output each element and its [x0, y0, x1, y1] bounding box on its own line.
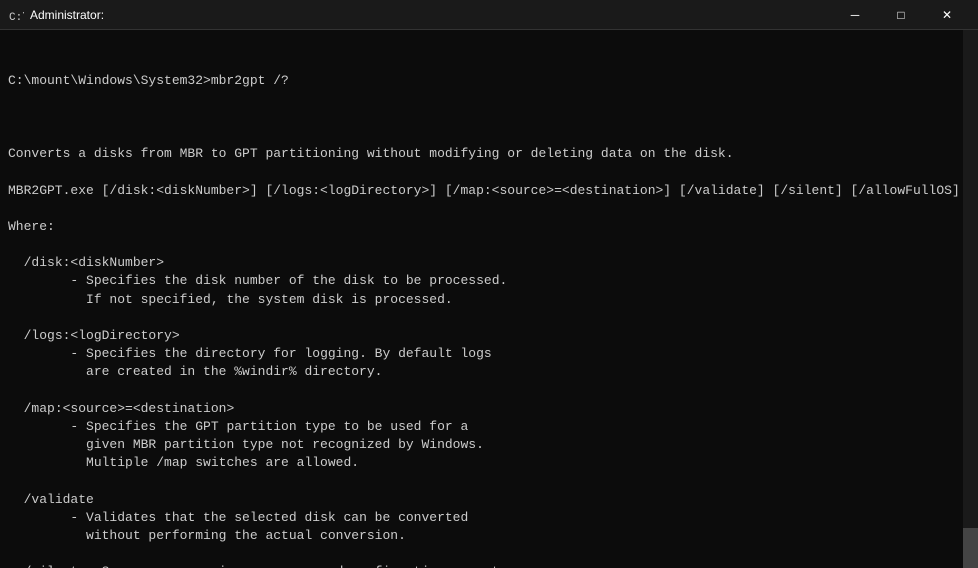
- terminal-line: [8, 163, 970, 181]
- title-bar-left: C:\ Administrator:: [8, 7, 104, 23]
- terminal-line: - Specifies the directory for logging. B…: [8, 345, 970, 363]
- terminal-line: [8, 309, 970, 327]
- terminal-line: Multiple /map switches are allowed.: [8, 454, 970, 472]
- terminal-line: MBR2GPT.exe [/disk:<diskNumber>] [/logs:…: [8, 182, 970, 200]
- terminal-line: - Specifies the disk number of the disk …: [8, 272, 970, 290]
- terminal-line: Converts a disks from MBR to GPT partiti…: [8, 145, 970, 163]
- terminal-line: [8, 473, 970, 491]
- terminal-line: Where:: [8, 218, 970, 236]
- minimize-button[interactable]: ─: [832, 0, 878, 30]
- title-bar-controls: ─ □ ✕: [832, 0, 970, 30]
- terminal-line: [8, 382, 970, 400]
- terminal-line: /logs:<logDirectory>: [8, 327, 970, 345]
- terminal-line: /disk:<diskNumber>: [8, 254, 970, 272]
- title-bar-title: Administrator:: [30, 8, 104, 22]
- title-bar: C:\ Administrator: ─ □ ✕: [0, 0, 978, 30]
- terminal-line: [8, 236, 970, 254]
- terminal-line: /validate: [8, 491, 970, 509]
- terminal-line: are created in the %windir% directory.: [8, 363, 970, 381]
- terminal-line: If not specified, the system disk is pro…: [8, 291, 970, 309]
- terminal-line: [8, 127, 970, 145]
- terminal-line: [8, 200, 970, 218]
- terminal-line: - Validates that the selected disk can b…: [8, 509, 970, 527]
- cmd-icon: C:\: [8, 7, 24, 23]
- terminal-line: [8, 545, 970, 563]
- terminal-line: given MBR partition type not recognized …: [8, 436, 970, 454]
- scrollbar-thumb[interactable]: [963, 528, 978, 568]
- terminal-line: /silent - Suppresses warning messages an…: [8, 563, 970, 568]
- close-button[interactable]: ✕: [924, 0, 970, 30]
- prompt-line: C:\mount\Windows\System32>mbr2gpt /?: [8, 72, 970, 90]
- svg-text:C:\: C:\: [9, 12, 24, 23]
- terminal-line: /map:<source>=<destination>: [8, 400, 970, 418]
- terminal-output: Converts a disks from MBR to GPT partiti…: [8, 127, 970, 568]
- scrollbar[interactable]: [963, 30, 978, 568]
- maximize-button[interactable]: □: [878, 0, 924, 30]
- terminal-line: without performing the actual conversion…: [8, 527, 970, 545]
- terminal-line: - Specifies the GPT partition type to be…: [8, 418, 970, 436]
- terminal-window[interactable]: C:\mount\Windows\System32>mbr2gpt /? Con…: [0, 30, 978, 568]
